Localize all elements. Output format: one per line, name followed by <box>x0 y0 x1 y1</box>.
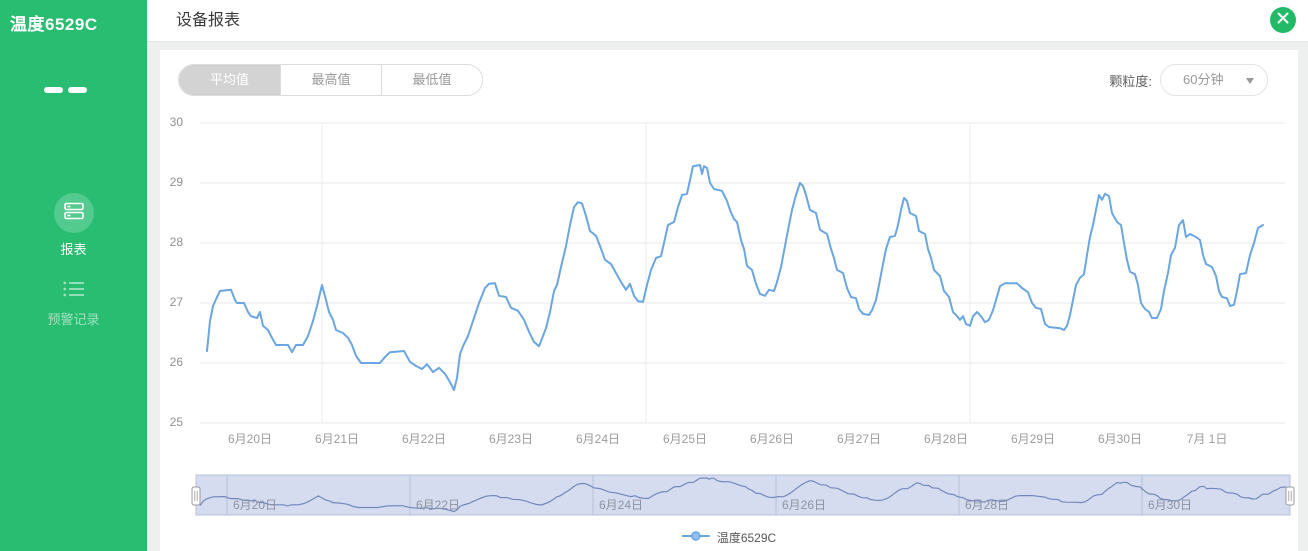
close-button[interactable] <box>1270 7 1296 33</box>
sidebar: 温度6529C 报表 <box>0 0 147 551</box>
x-axis-label: 6月22日 <box>381 430 467 447</box>
warning-list-icon <box>63 285 85 302</box>
report-icon-circle <box>54 193 94 233</box>
x-axis-label: 6月24日 <box>555 430 641 447</box>
y-axis-label: 27 <box>160 295 183 309</box>
page-title: 设备报表 <box>176 0 240 42</box>
datazoom-handle-left[interactable] <box>192 487 200 505</box>
report-card: 平均值 最高值 最低值 颗粒度: 60分钟 3029282726256月20日6… <box>160 50 1298 551</box>
x-axis-label: 6月20日 <box>207 430 293 447</box>
x-axis-label: 7月 1日 <box>1164 430 1250 447</box>
sidebar-item-report[interactable]: 报表 <box>0 193 147 258</box>
legend-marker-icon <box>682 528 710 546</box>
x-axis-label: 6月27日 <box>816 430 902 447</box>
y-axis-label: 29 <box>160 175 183 189</box>
x-axis-label: 6月26日 <box>729 430 815 447</box>
header: 设备报表 <box>147 0 1308 42</box>
x-axis-label: 6月23日 <box>468 430 554 447</box>
y-axis-label: 28 <box>160 235 183 249</box>
y-axis-label: 25 <box>160 415 183 429</box>
y-axis-label: 30 <box>160 115 183 129</box>
device-title: 温度6529C <box>10 10 98 35</box>
y-axis-label: 26 <box>160 355 183 369</box>
sidebar-item-warning-records[interactable]: 预警记录 <box>0 280 147 328</box>
dashes-icon <box>44 87 87 93</box>
temperature-chart: 3029282726256月20日6月21日6月22日6月23日6月24日6月2… <box>160 50 1298 551</box>
report-icon <box>64 202 84 225</box>
sidebar-item-label: 预警记录 <box>0 309 147 328</box>
x-axis-label: 6月25日 <box>642 430 728 447</box>
close-icon <box>1277 11 1289 29</box>
datazoom-slider[interactable] <box>196 475 1290 515</box>
datazoom-handle-right[interactable] <box>1286 487 1294 505</box>
x-axis-label: 6月30日 <box>1077 430 1163 447</box>
page: { "sidebar": { "title": "温度6529C", "item… <box>0 0 1308 551</box>
x-axis-label: 6月29日 <box>990 430 1076 447</box>
legend-item[interactable]: 温度6529C <box>682 528 776 546</box>
x-axis-label: 6月21日 <box>294 430 380 447</box>
sidebar-item-label: 报表 <box>0 239 147 258</box>
legend-label: 温度6529C <box>717 529 776 546</box>
x-axis-label: 6月28日 <box>903 430 989 447</box>
